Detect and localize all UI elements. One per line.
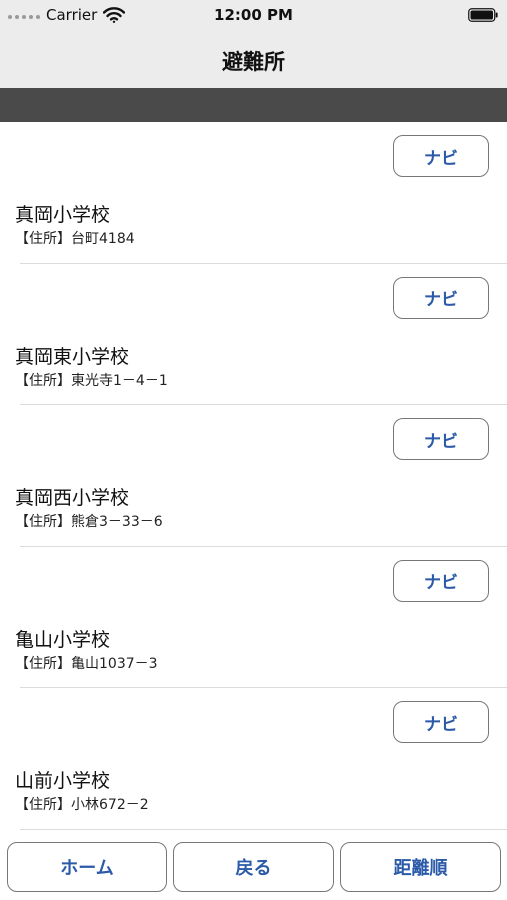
navigation-bar: 避難所 xyxy=(0,32,507,88)
sort-by-distance-button[interactable]: 距離順 xyxy=(340,842,501,892)
list-item: ナビ 亀山小学校 【住所】亀山1037－3 xyxy=(0,547,507,688)
shelter-address: 【住所】熊倉3－33－6 xyxy=(15,514,163,530)
navi-button[interactable]: ナビ xyxy=(393,135,489,177)
shelter-address: 【住所】小林672－2 xyxy=(15,797,149,813)
home-button[interactable]: ホーム xyxy=(7,842,167,892)
navi-button[interactable]: ナビ xyxy=(393,559,489,602)
shelter-address: 【住所】亀山1037－3 xyxy=(15,655,158,672)
shelter-name: 真岡東小学校 xyxy=(15,345,130,368)
navi-button[interactable]: ナビ xyxy=(393,701,489,743)
list-item: ナビ 山前小学校 【住所】小林672－2 xyxy=(0,688,507,830)
header-band xyxy=(0,88,507,122)
status-bar: Carrier 12:00 PM xyxy=(0,0,507,32)
shelter-list: ナビ 真岡小学校 【住所】台町4184 ナビ 真岡東小学校 【住所】東光寺1－4… xyxy=(0,122,507,830)
bottom-toolbar: ホーム 戻る 距離順 xyxy=(0,836,507,900)
list-item: ナビ 真岡西小学校 【住所】熊倉3－33－6 xyxy=(0,405,507,547)
shelter-name: 真岡西小学校 xyxy=(15,487,130,509)
shelter-name: 亀山小学校 xyxy=(15,628,111,651)
navi-button[interactable]: ナビ xyxy=(393,276,489,319)
back-button[interactable]: 戻る xyxy=(173,842,334,892)
divider xyxy=(20,828,507,830)
shelter-name: 山前小学校 xyxy=(15,770,111,792)
shelter-name: 真岡小学校 xyxy=(15,204,111,226)
battery-icon xyxy=(468,8,498,22)
page-title: 避難所 xyxy=(222,50,285,74)
navi-button[interactable]: ナビ xyxy=(393,418,489,460)
list-item: ナビ 真岡東小学校 【住所】東光寺1－4－1 xyxy=(0,264,507,405)
list-item: ナビ 真岡小学校 【住所】台町4184 xyxy=(0,122,507,264)
status-time: 12:00 PM xyxy=(214,6,293,24)
shelter-address: 【住所】東光寺1－4－1 xyxy=(15,372,168,389)
shelter-address: 【住所】台町4184 xyxy=(15,231,135,247)
